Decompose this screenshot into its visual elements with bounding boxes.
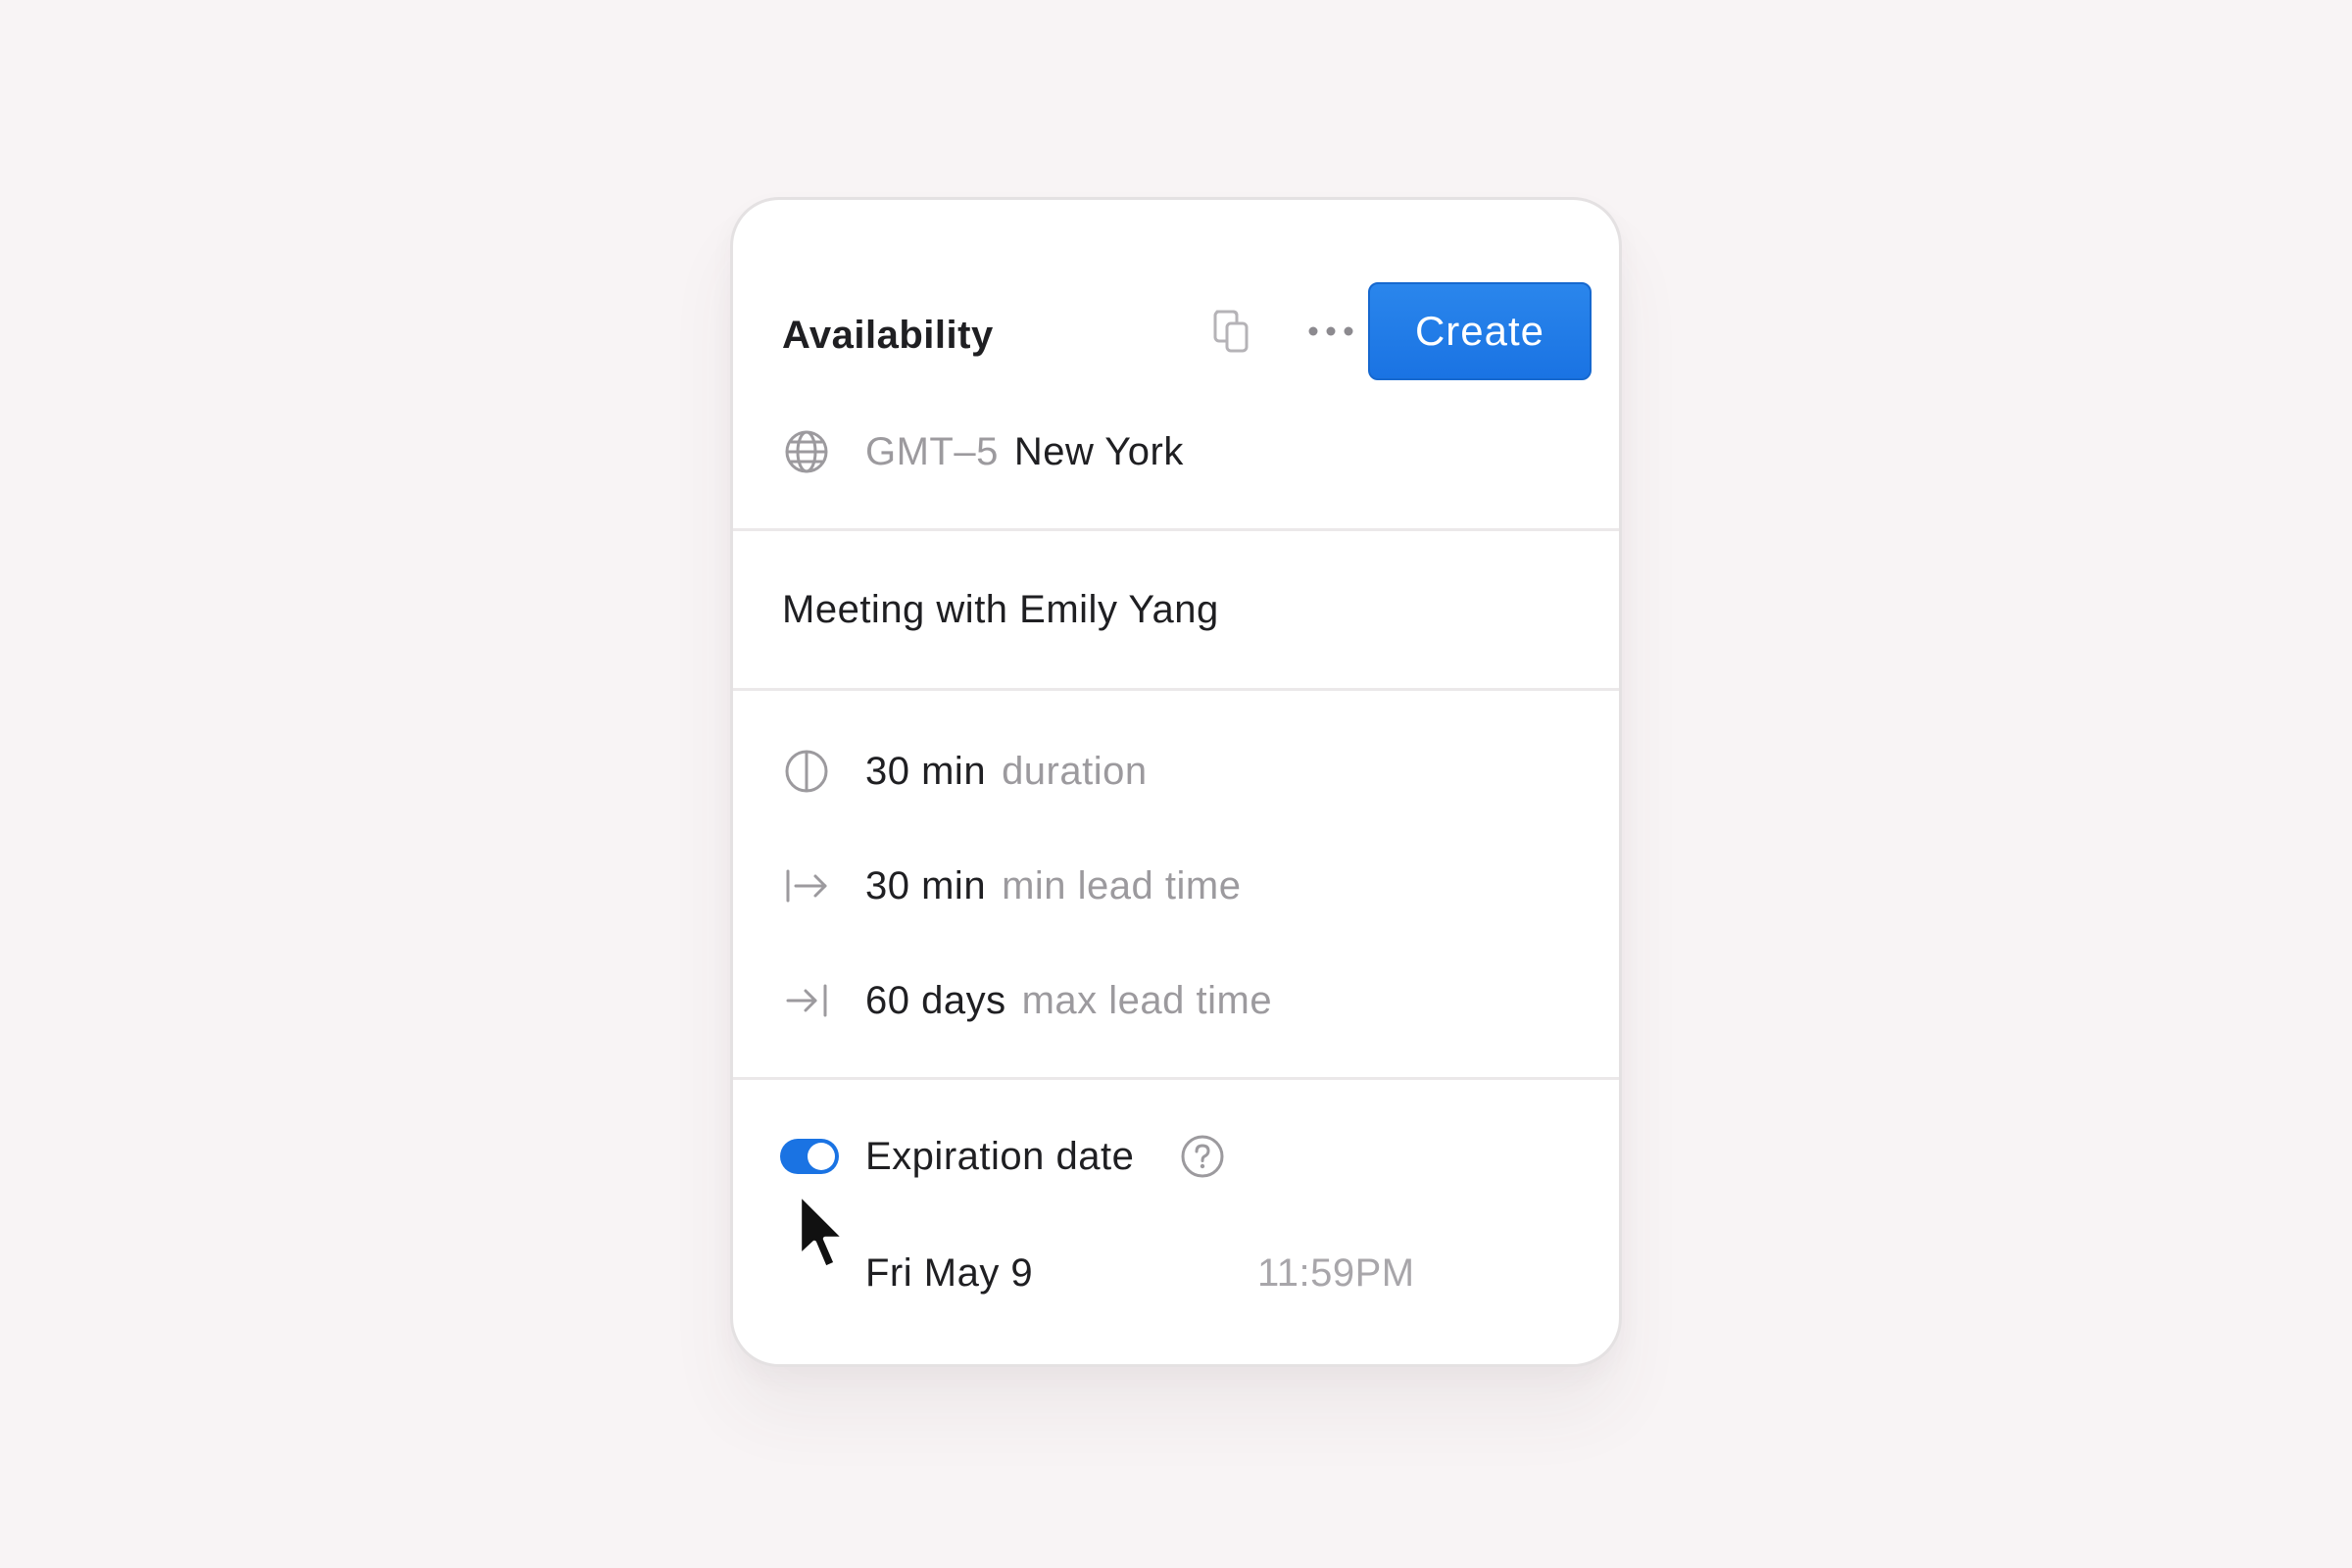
availability-card: Availability Create GMT–5 New York Meetin… <box>730 197 1622 1367</box>
timezone-offset: GMT–5 <box>865 430 999 473</box>
card-title: Availability <box>782 314 994 357</box>
duration-setting[interactable]: 30 min duration <box>865 747 1148 796</box>
divider <box>733 688 1619 691</box>
max-lead-time-label: max lead time <box>1021 979 1273 1022</box>
min-lead-time-value: 30 min <box>865 864 987 907</box>
toggle-knob <box>808 1143 835 1170</box>
copy-button[interactable] <box>1201 302 1260 361</box>
divider <box>733 1077 1619 1080</box>
timezone-city: New York <box>1013 430 1184 473</box>
copy-icon <box>1213 310 1249 353</box>
max-lead-time-value: 60 days <box>865 979 1006 1022</box>
max-lead-time-setting[interactable]: 60 days max lead time <box>865 976 1272 1025</box>
expiration-date[interactable]: Fri May 9 <box>865 1249 1033 1298</box>
half-circle-icon <box>782 747 831 796</box>
help-icon[interactable] <box>1179 1133 1226 1180</box>
duration-value: 30 min <box>865 750 987 793</box>
duration-label: duration <box>1002 750 1148 793</box>
create-button[interactable]: Create <box>1368 282 1592 380</box>
expiration-toggle[interactable] <box>780 1139 839 1174</box>
more-options-button[interactable] <box>1301 302 1360 361</box>
min-lead-time-setting[interactable]: 30 min min lead time <box>865 861 1241 910</box>
more-horizontal-icon <box>1308 326 1353 336</box>
meeting-title[interactable]: Meeting with Emily Yang <box>782 585 1219 634</box>
globe-icon <box>782 427 831 476</box>
mouse-cursor-icon <box>797 1191 848 1271</box>
timezone-selector[interactable]: GMT–5 New York <box>865 427 1184 476</box>
expiration-label: Expiration date <box>865 1135 1135 1178</box>
arrow-to-bar-icon <box>782 976 831 1025</box>
expiration-time[interactable]: 11:59PM <box>1257 1249 1415 1298</box>
min-lead-time-label: min lead time <box>1002 864 1242 907</box>
arrow-from-bar-icon <box>782 861 831 910</box>
divider <box>733 528 1619 531</box>
